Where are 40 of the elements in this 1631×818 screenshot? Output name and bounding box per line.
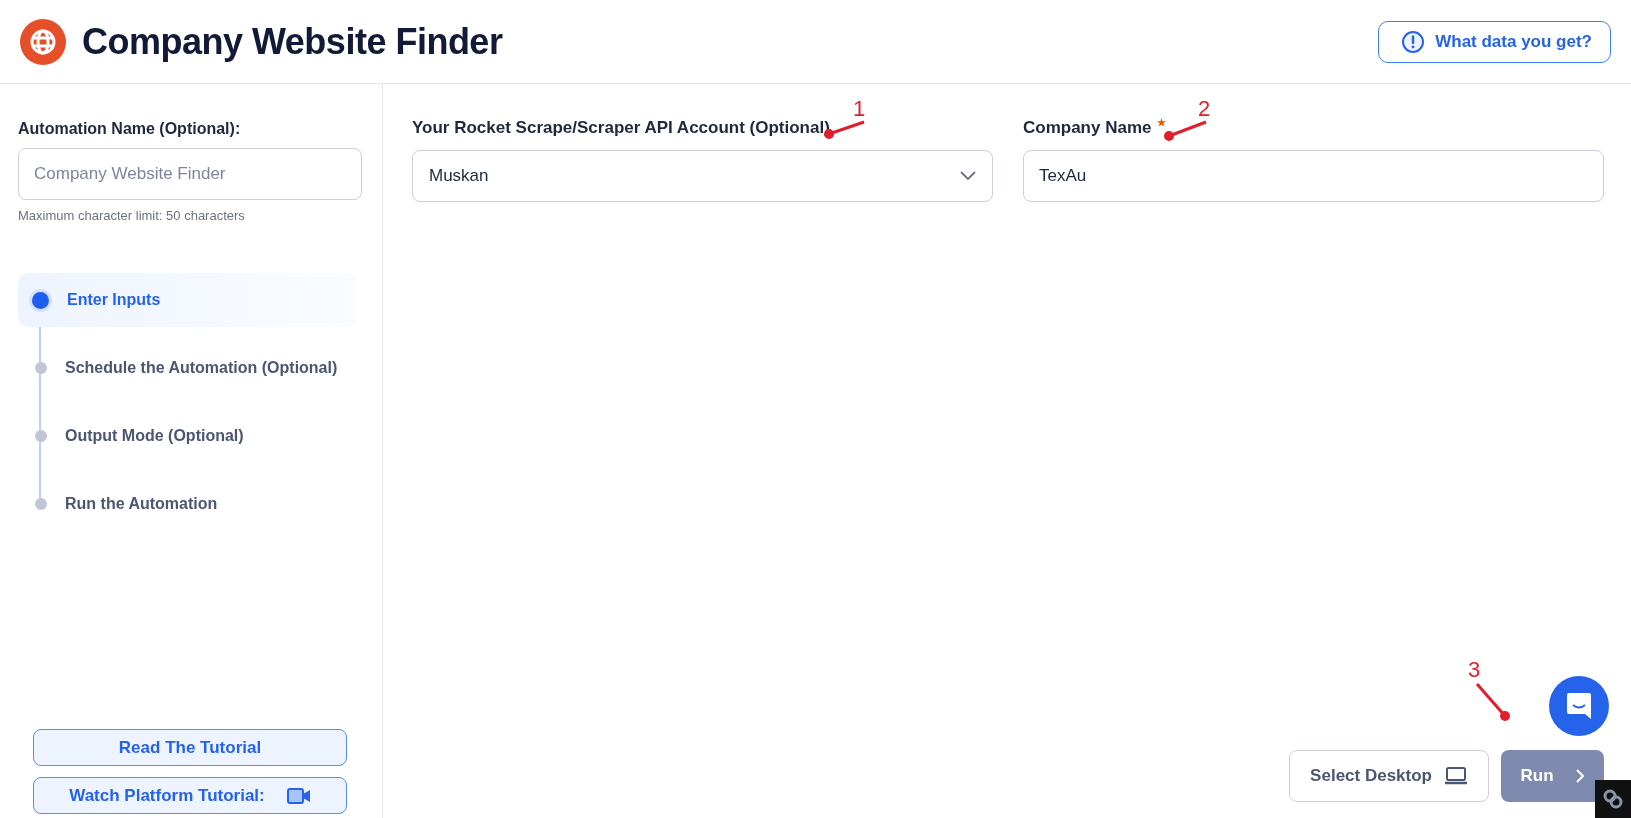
step-label: Schedule the Automation (Optional) bbox=[65, 359, 338, 377]
tutorial-button[interactable]: Read The Tutorial bbox=[33, 729, 347, 766]
hint-text: Maximum character limit: 50 characters bbox=[18, 208, 246, 223]
step-item[interactable]: Output Mode (Optional) bbox=[18, 409, 358, 463]
laptop-icon bbox=[1444, 766, 1468, 786]
step-item[interactable]: Run the Automation bbox=[18, 477, 358, 531]
annotation-arrow bbox=[1475, 683, 1510, 721]
step-dot bbox=[32, 291, 49, 309]
step-item[interactable]: Enter Inputs bbox=[18, 273, 358, 327]
link-widget[interactable] bbox=[1595, 780, 1631, 818]
link-icon bbox=[1602, 788, 1624, 810]
field-label: Automation Name (Optional): bbox=[18, 120, 242, 138]
step-item[interactable]: Schedule the Automation (Optional) bbox=[18, 341, 358, 395]
chat-button[interactable] bbox=[1549, 676, 1609, 736]
required-star-icon bbox=[1157, 118, 1167, 127]
step-dot bbox=[35, 362, 47, 374]
chevron-down-icon bbox=[960, 171, 976, 181]
annotation-number: 3 bbox=[1468, 657, 1481, 683]
company-name-field[interactable]: TexAu bbox=[1023, 150, 1604, 202]
field-label: Your Rocket Scrape/Scraper API Account (Optional) bbox=[412, 118, 830, 138]
account-dropdown[interactable]: Muskan bbox=[412, 150, 993, 202]
select-desktop-button[interactable]: Select Desktop bbox=[1289, 750, 1489, 802]
automation-name-field[interactable]: Company Website Finder bbox=[18, 148, 362, 200]
annotation-number: 1 bbox=[853, 96, 866, 122]
step-dot bbox=[35, 430, 47, 442]
video-camera-icon bbox=[286, 787, 311, 804]
step-label: Output Mode (Optional) bbox=[65, 427, 244, 445]
what-data-button[interactable]: What data you get? bbox=[1378, 20, 1611, 63]
chevron-right-icon bbox=[1575, 769, 1585, 783]
annotation-number: 2 bbox=[1198, 96, 1211, 122]
globe-icon bbox=[20, 18, 66, 65]
step-label: Run the Automation bbox=[65, 495, 218, 513]
info-icon bbox=[1401, 29, 1426, 54]
page-title: Company Website Finder bbox=[82, 20, 503, 63]
step-label: Enter Inputs bbox=[67, 291, 161, 309]
tutorial-button[interactable]: Watch Platform Tutorial: bbox=[33, 777, 347, 814]
field-label: Company Name bbox=[1023, 118, 1152, 138]
annotation-arrow bbox=[1164, 120, 1207, 141]
step-dot bbox=[35, 498, 47, 510]
chat-icon bbox=[1566, 692, 1592, 720]
